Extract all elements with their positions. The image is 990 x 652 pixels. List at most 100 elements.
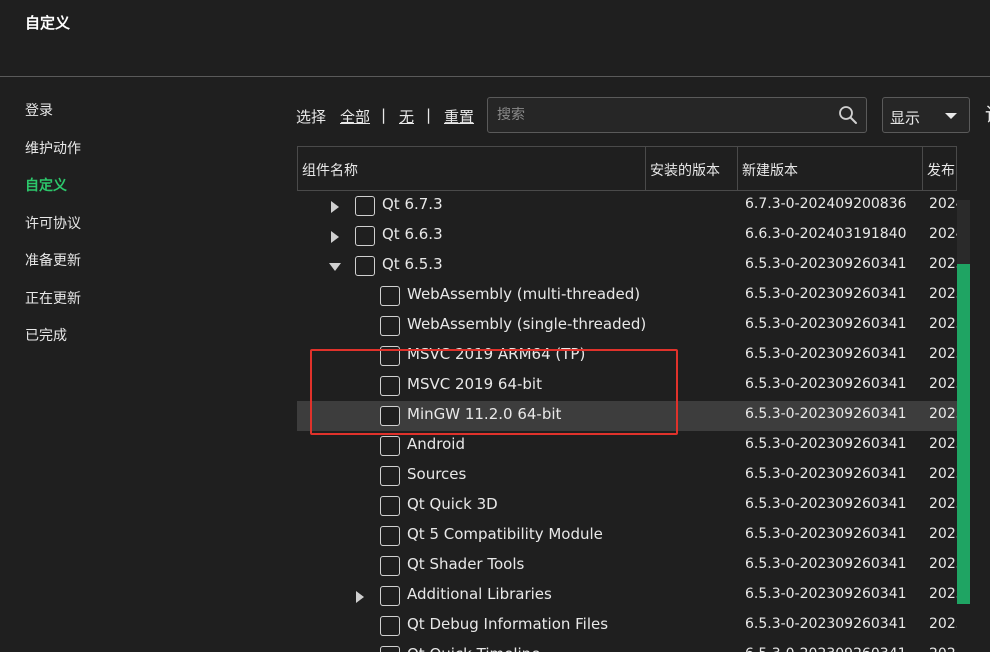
reset-link[interactable]: 重置: [444, 106, 474, 127]
component-checkbox[interactable]: [380, 646, 400, 652]
component-name: WebAssembly (multi-threaded): [407, 285, 641, 303]
component-new-version: 6.5.3-0-202309260341: [745, 556, 907, 572]
sidebar-item-finished[interactable]: 已完成: [25, 325, 67, 345]
component-checkbox[interactable]: [380, 496, 400, 516]
expand-arrow-right-icon[interactable]: [356, 591, 364, 603]
tree-row[interactable]: Qt Shader Tools 6.5.3-0-202309260341 2023-…: [297, 551, 957, 581]
search-icon[interactable]: [838, 105, 858, 125]
column-header-new-version[interactable]: 新建版本: [738, 147, 923, 190]
tree-row[interactable]: Qt 6.6.3 6.6.3-0-202403191840 2024-03-19: [297, 221, 957, 251]
component-new-version: 6.5.3-0-202309260341: [745, 316, 907, 332]
component-release-date: 2023-09-26: [929, 616, 957, 632]
component-name: Qt Quick 3D: [407, 495, 498, 513]
expand-arrow-right-icon[interactable]: [331, 231, 339, 243]
component-release-date: 2023-09-26: [929, 346, 957, 362]
sidebar-item-prepare-update[interactable]: 准备更新: [25, 250, 81, 270]
component-name: Qt 6.5.3: [382, 255, 443, 273]
table-header: 组件名称 安装的版本 新建版本 发布日期: [297, 146, 957, 191]
component-checkbox[interactable]: [380, 376, 400, 396]
component-release-date: 2023-09-26: [929, 556, 957, 572]
component-checkbox[interactable]: [380, 466, 400, 486]
component-new-version: 6.5.3-0-202309260341: [745, 406, 907, 422]
component-checkbox[interactable]: [380, 406, 400, 426]
tree-row[interactable]: WebAssembly (multi-threaded) 6.5.3-0-2023…: [297, 281, 957, 311]
component-tree: Qt 6.7.36.7.3-0-2024092008362024-09-20Qt…: [297, 191, 957, 652]
component-name: Additional Libraries: [407, 585, 552, 603]
tree-row[interactable]: Qt 6.7.3 6.7.3-0-202409200836 2024-09-20: [297, 191, 957, 221]
component-checkbox[interactable]: [380, 316, 400, 336]
window-title: 自定义: [25, 14, 71, 32]
column-header-name[interactable]: 组件名称: [298, 147, 646, 190]
sidebar-item-maintenance[interactable]: 维护动作: [25, 138, 81, 158]
component-checkbox[interactable]: [355, 196, 375, 216]
component-checkbox[interactable]: [355, 226, 375, 246]
component-name: MSVC 2019 64-bit: [407, 375, 542, 393]
component-new-version: 6.5.3-0-202309260341: [745, 436, 907, 452]
display-select[interactable]: 显示: [882, 97, 970, 133]
toolbar-separator: |: [426, 106, 432, 124]
component-release-date: 2023-09-26: [929, 376, 957, 392]
component-release-date: 2023-09-26: [929, 286, 957, 302]
tree-row[interactable]: Additional Libraries 6.5.3-0-202309260341…: [297, 581, 957, 611]
tree-row[interactable]: MinGW 11.2.0 64-bit 6.5.3-0-202309260341 2…: [297, 401, 957, 431]
component-name: Qt Quick Timeline: [407, 645, 540, 652]
component-checkbox[interactable]: [380, 526, 400, 546]
sidebar-item-customize[interactable]: 自定义: [25, 175, 67, 195]
expand-arrow-down-icon[interactable]: [329, 263, 341, 271]
component-name: Qt 5 Compatibility Module: [407, 525, 603, 543]
toolbar-separator: |: [381, 106, 387, 124]
toolbar: 选择 全部 | 无 | 重置 显示 详: [296, 96, 990, 134]
tree-row[interactable]: Android 6.5.3-0-202309260341 2023-09-26: [297, 431, 957, 461]
tree-row[interactable]: Qt 5 Compatibility Module 6.5.3-0-2023092…: [297, 521, 957, 551]
select-all-link[interactable]: 全部: [340, 106, 370, 127]
component-checkbox[interactable]: [380, 586, 400, 606]
component-new-version: 6.5.3-0-202309260341: [745, 586, 907, 602]
scrollbar-track-upper[interactable]: [957, 200, 970, 264]
tree-row[interactable]: MSVC 2019 ARM64 (TP) 6.5.3-0-202309260341…: [297, 341, 957, 371]
column-header-release-date[interactable]: 发布日期: [923, 147, 956, 190]
component-checkbox[interactable]: [380, 556, 400, 576]
tree-row[interactable]: Qt Quick Timeline 6.5.3-0-202309260341 202…: [297, 641, 957, 652]
component-release-date: 2023-09-26: [929, 646, 957, 652]
component-release-date: 2023-09-26: [929, 256, 957, 272]
component-release-date: 2023-09-26: [929, 526, 957, 542]
tree-row[interactable]: Qt Quick 3D 6.5.3-0-202309260341 2023-09-2…: [297, 491, 957, 521]
component-name: Sources: [407, 465, 467, 483]
component-new-version: 6.5.3-0-202309260341: [745, 496, 907, 512]
component-release-date: 2023-09-26: [929, 316, 957, 332]
select-label: 选择: [296, 108, 327, 126]
tree-row[interactable]: MSVC 2019 64-bit 6.5.3-0-202309260341 2023…: [297, 371, 957, 401]
tree-row[interactable]: WebAssembly (single-threaded) 6.5.3-0-202…: [297, 311, 957, 341]
component-name: Qt Debug Information Files: [407, 615, 609, 633]
expand-arrow-right-icon[interactable]: [331, 201, 339, 213]
component-name: Qt 6.7.3: [382, 195, 443, 213]
component-new-version: 6.5.3-0-202309260341: [745, 526, 907, 542]
component-checkbox[interactable]: [380, 436, 400, 456]
component-new-version: 6.5.3-0-202309260341: [745, 646, 907, 652]
component-new-version: 6.5.3-0-202309260341: [745, 346, 907, 362]
component-release-date: 2023-09-26: [929, 406, 957, 422]
component-checkbox[interactable]: [380, 616, 400, 636]
component-new-version: 6.5.3-0-202309260341: [745, 256, 907, 272]
component-checkbox[interactable]: [380, 286, 400, 306]
tree-row[interactable]: Sources 6.5.3-0-202309260341 2023-09-26: [297, 461, 957, 491]
tree-row[interactable]: Qt Debug Information Files 6.5.3-0-202309…: [297, 611, 957, 641]
component-name: Android: [407, 435, 465, 453]
component-checkbox[interactable]: [355, 256, 375, 276]
sidebar-item-license[interactable]: 许可协议: [25, 213, 81, 233]
component-new-version: 6.7.3-0-202409200836: [745, 196, 907, 212]
select-none-link[interactable]: 无: [399, 106, 414, 127]
component-new-version: 6.5.3-0-202309260341: [745, 616, 907, 632]
component-release-date: 2024-03-19: [929, 226, 957, 242]
search-input[interactable]: [488, 98, 828, 132]
scrollbar-thumb[interactable]: [957, 264, 970, 604]
sidebar-item-login[interactable]: 登录: [25, 100, 53, 120]
component-checkbox[interactable]: [380, 346, 400, 366]
column-header-installed-version[interactable]: 安装的版本: [646, 147, 738, 190]
component-release-date: 2023-09-26: [929, 466, 957, 482]
chevron-down-icon: [945, 113, 957, 119]
component-name: MinGW 11.2.0 64-bit: [407, 405, 562, 423]
tree-row[interactable]: Qt 6.5.3 6.5.3-0-202309260341 2023-09-26: [297, 251, 957, 281]
sidebar-item-updating[interactable]: 正在更新: [25, 288, 81, 308]
component-new-version: 6.6.3-0-202403191840: [745, 226, 907, 242]
